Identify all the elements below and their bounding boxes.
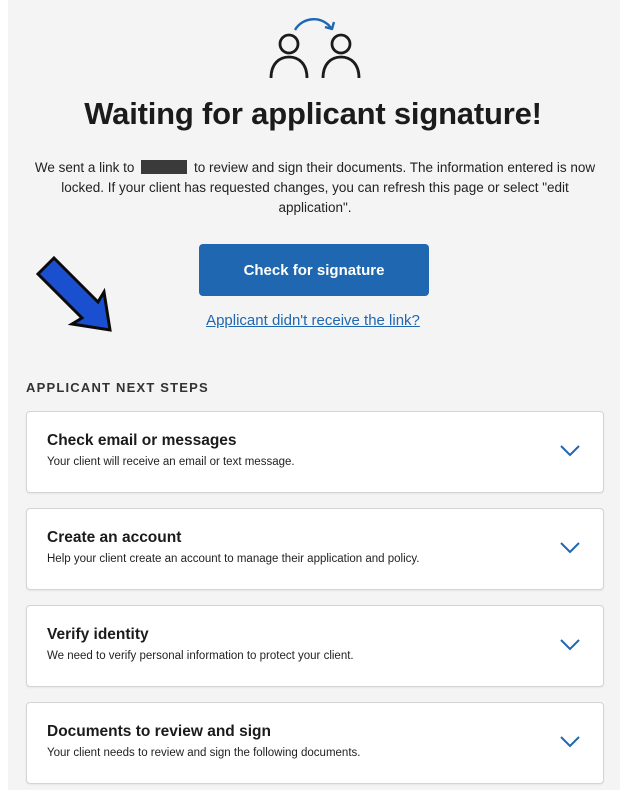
card-title: Verify identity [47,626,149,643]
card-description: Your client needs to review and sign the… [47,747,361,759]
step-card-create-account[interactable]: Create an account Help your client creat… [26,508,604,590]
page-title: Waiting for applicant signature! [84,96,542,131]
chevron-down-icon[interactable] [559,444,581,458]
check-for-signature-button[interactable]: Check for signature [199,244,429,296]
card-title: Check email or messages [47,432,237,449]
card-title: Create an account [47,529,182,546]
redacted-name [141,160,188,174]
status-message: We sent a link to to review and sign the… [24,158,606,218]
message-before: We sent a link to [34,160,135,175]
didnt-receive-link[interactable]: Applicant didn't receive the link? [0,312,626,329]
chevron-down-icon[interactable] [559,638,581,652]
step-card-check-email[interactable]: Check email or messages Your client will… [26,411,604,493]
people-transfer-icon [269,18,361,79]
card-description: Help your client create an account to ma… [47,553,420,565]
chevron-down-icon[interactable] [559,735,581,749]
step-card-documents[interactable]: Documents to review and sign Your client… [26,702,604,784]
card-description: We need to verify personal information t… [47,650,354,662]
card-description: Your client will receive an email or tex… [47,456,295,468]
chevron-down-icon[interactable] [559,541,581,555]
section-heading: APPLICANT NEXT STEPS [26,380,209,395]
step-card-verify-identity[interactable]: Verify identity We need to verify person… [26,605,604,687]
card-title: Documents to review and sign [47,723,271,740]
